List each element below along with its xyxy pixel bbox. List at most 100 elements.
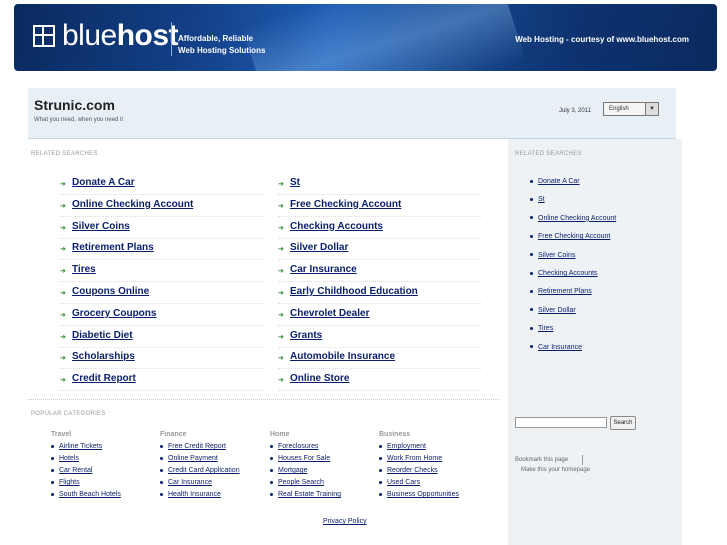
sidebar-search-item[interactable]: Checking Accounts xyxy=(530,270,598,277)
related-search-item[interactable]: ➜ Grocery Coupons xyxy=(60,305,264,326)
privacy-policy[interactable]: Privacy Policy xyxy=(323,518,367,525)
related-search-link[interactable]: Retirement Plans xyxy=(72,242,154,253)
sidebar-search-item[interactable]: Donate A Car xyxy=(530,178,580,185)
related-search-item[interactable]: ➜ Chevrolet Dealer xyxy=(278,305,482,326)
related-search-item[interactable]: ➜ Donate A Car xyxy=(60,174,264,195)
privacy-policy-link[interactable]: Privacy Policy xyxy=(323,518,367,525)
related-search-item[interactable]: ➜ St xyxy=(278,174,482,195)
related-search-link[interactable]: Free Checking Account xyxy=(290,199,401,210)
category-item[interactable]: Work From Home xyxy=(379,455,442,462)
category-link[interactable]: Health Insurance xyxy=(168,491,221,498)
bluehost-banner[interactable]: bluehost Affordable, Reliable Web Hostin… xyxy=(14,4,717,71)
homepage-link[interactable]: Make this your homepage xyxy=(521,467,590,473)
category-item[interactable]: Business Opportunities xyxy=(379,491,459,498)
related-search-item[interactable]: ➜ Scholarships xyxy=(60,348,264,370)
related-search-link[interactable]: Grocery Coupons xyxy=(72,308,156,319)
sidebar-search-item[interactable]: Silver Coins xyxy=(530,252,575,259)
sidebar-search-item[interactable]: Retirement Plans xyxy=(530,288,592,295)
related-search-link[interactable]: Coupons Online xyxy=(72,286,149,297)
category-link[interactable]: Used Cars xyxy=(387,479,420,486)
category-link[interactable]: Free Credit Report xyxy=(168,443,226,450)
sidebar-search-item[interactable]: Free Checking Account xyxy=(530,233,610,240)
related-search-item[interactable]: ➜ Car Insurance xyxy=(278,261,482,283)
category-item[interactable]: Mortgage xyxy=(270,467,308,474)
related-search-item[interactable]: ➜ Grants xyxy=(278,327,482,348)
related-search-link[interactable]: Online Store xyxy=(290,373,349,384)
chevron-down-icon[interactable]: ▼ xyxy=(645,103,658,115)
related-search-item[interactable]: ➜ Silver Dollar xyxy=(278,239,482,261)
related-search-link[interactable]: Scholarships xyxy=(72,351,135,362)
category-link[interactable]: Business Opportunities xyxy=(387,491,459,498)
sidebar-search-link[interactable]: Donate A Car xyxy=(538,178,580,185)
category-item[interactable]: Houses For Sale xyxy=(270,455,330,462)
related-search-link[interactable]: Donate A Car xyxy=(72,177,135,188)
category-item[interactable]: Foreclosures xyxy=(270,443,318,450)
sidebar-search-link[interactable]: St xyxy=(538,196,545,203)
category-link[interactable]: Mortgage xyxy=(278,467,308,474)
sidebar-search-link[interactable]: Free Checking Account xyxy=(538,233,610,240)
category-item[interactable]: People Search xyxy=(270,479,324,486)
sidebar-search-link[interactable]: Retirement Plans xyxy=(538,288,592,295)
sidebar-search-link[interactable]: Tires xyxy=(538,325,553,332)
category-item[interactable]: Health Insurance xyxy=(160,491,221,498)
category-link[interactable]: Car Rental xyxy=(59,467,92,474)
related-search-item[interactable]: ➜ Retirement Plans xyxy=(60,239,264,261)
category-item[interactable]: Real Estate Training xyxy=(270,491,341,498)
category-link[interactable]: Credit Card Application xyxy=(168,467,240,474)
related-search-link[interactable]: Silver Coins xyxy=(72,221,130,232)
sidebar-search-link[interactable]: Checking Accounts xyxy=(538,270,598,277)
category-link[interactable]: Hotels xyxy=(59,455,79,462)
category-link[interactable]: Houses For Sale xyxy=(278,455,330,462)
category-link[interactable]: Work From Home xyxy=(387,455,442,462)
sidebar-search-item[interactable]: Online Checking Account xyxy=(530,215,616,222)
related-search-item[interactable]: ➜ Coupons Online xyxy=(60,283,264,304)
related-search-link[interactable]: Car Insurance xyxy=(290,264,357,275)
category-item[interactable]: Airline Tickets xyxy=(51,443,102,450)
related-search-link[interactable]: Checking Accounts xyxy=(290,221,383,232)
category-link[interactable]: Real Estate Training xyxy=(278,491,341,498)
related-search-item[interactable]: ➜ Online Checking Account xyxy=(60,196,264,217)
sidebar-search-item[interactable]: Silver Dollar xyxy=(530,307,576,314)
language-select[interactable]: English ▼ xyxy=(603,102,659,116)
related-search-item[interactable]: ➜ Diabetic Diet xyxy=(60,327,264,348)
category-item[interactable]: Hotels xyxy=(51,455,79,462)
related-search-link[interactable]: Credit Report xyxy=(72,373,136,384)
category-link[interactable]: Employment xyxy=(387,443,426,450)
bookmark-link[interactable]: Bookmark this page xyxy=(515,457,568,463)
related-search-link[interactable]: Diabetic Diet xyxy=(72,330,133,341)
related-search-link[interactable]: Silver Dollar xyxy=(290,242,348,253)
category-item[interactable]: Credit Card Application xyxy=(160,467,240,474)
category-item[interactable]: Online Payment xyxy=(160,455,218,462)
category-link[interactable]: People Search xyxy=(278,479,324,486)
search-input[interactable] xyxy=(515,417,607,428)
bluehost-logo[interactable]: bluehost xyxy=(62,19,179,53)
category-item[interactable]: Flights xyxy=(51,479,80,486)
related-search-item[interactable]: ➜ Online Store xyxy=(278,370,482,392)
category-item[interactable]: Reorder Checks xyxy=(379,467,438,474)
category-item[interactable]: Free Credit Report xyxy=(160,443,226,450)
category-link[interactable]: Online Payment xyxy=(168,455,218,462)
related-search-item[interactable]: ➜ Credit Report xyxy=(60,370,264,392)
category-link[interactable]: Flights xyxy=(59,479,80,486)
category-item[interactable]: Employment xyxy=(379,443,426,450)
sidebar-search-link[interactable]: Silver Coins xyxy=(538,252,575,259)
sidebar-search-link[interactable]: Online Checking Account xyxy=(538,215,616,222)
sidebar-search-link[interactable]: Silver Dollar xyxy=(538,307,576,314)
category-link[interactable]: Airline Tickets xyxy=(59,443,102,450)
category-item[interactable]: Used Cars xyxy=(379,479,420,486)
sidebar-search-item[interactable]: St xyxy=(530,196,545,203)
category-link[interactable]: South Beach Hotels xyxy=(59,491,121,498)
related-search-item[interactable]: ➜ Checking Accounts xyxy=(278,218,482,239)
category-link[interactable]: Reorder Checks xyxy=(387,467,438,474)
category-link[interactable]: Car Insurance xyxy=(168,479,212,486)
related-search-link[interactable]: Automobile Insurance xyxy=(290,351,395,362)
category-item[interactable]: Car Rental xyxy=(51,467,92,474)
related-search-item[interactable]: ➜ Early Childhood Education xyxy=(278,283,482,304)
sidebar-search-item[interactable]: Car Insurance xyxy=(530,344,582,351)
related-search-item[interactable]: ➜ Silver Coins xyxy=(60,218,264,239)
related-search-link[interactable]: Tires xyxy=(72,264,96,275)
related-search-link[interactable]: Grants xyxy=(290,330,322,341)
related-search-link[interactable]: Online Checking Account xyxy=(72,199,193,210)
related-search-link[interactable]: Early Childhood Education xyxy=(290,286,418,297)
courtesy-link[interactable]: Web Hosting - courtesy of www.bluehost.c… xyxy=(515,35,689,44)
